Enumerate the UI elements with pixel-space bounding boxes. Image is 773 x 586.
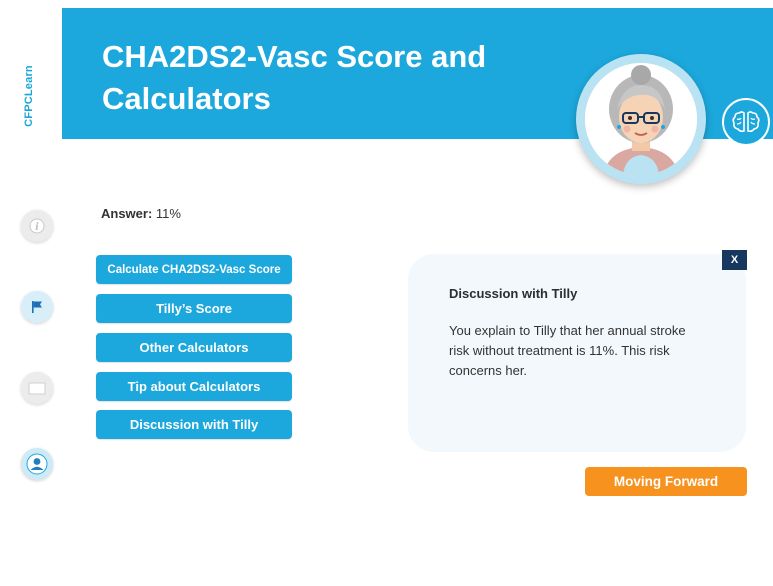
page-title-line-2: Calculators <box>102 81 271 116</box>
page-title-line-1: CHA2DS2-Vasc Score and <box>102 39 487 74</box>
brain-icon <box>732 111 760 133</box>
discussion-body: You explain to Tilly that her annual str… <box>449 323 686 378</box>
discussion-card: Discussion with Tilly You explain to Til… <box>408 254 746 452</box>
tip-about-calculators-button[interactable]: Tip about Calculators <box>96 372 292 401</box>
folder-icon <box>28 382 46 395</box>
profile-button[interactable] <box>21 448 53 480</box>
svg-text:i: i <box>35 222 39 233</box>
discussion-title: Discussion with Tilly <box>449 286 578 301</box>
flag-icon <box>32 301 42 313</box>
grandmother-portrait-icon <box>585 63 697 175</box>
patient-avatar <box>576 54 706 184</box>
brand-name: CFPCLearn <box>23 65 35 127</box>
folder-button[interactable] <box>21 372 53 404</box>
close-button[interactable]: X <box>722 250 747 270</box>
tillys-score-button[interactable]: Tilly’s Score <box>96 294 292 323</box>
page-title: CHA2DS2-Vasc Score and Calculators <box>102 36 532 120</box>
other-calculators-button[interactable]: Other Calculators <box>96 333 292 362</box>
answer-label: Answer: <box>101 206 153 221</box>
info-button[interactable]: i <box>21 210 53 242</box>
flag-button[interactable] <box>21 291 53 323</box>
discussion-with-tilly-button[interactable]: Discussion with Tilly <box>96 410 292 439</box>
moving-forward-button[interactable]: Moving Forward <box>585 467 747 496</box>
calculate-score-button[interactable]: Calculate CHA2DS2-Vasc Score <box>96 255 292 284</box>
answer-line: Answer: 11% <box>101 206 181 221</box>
avatar-portrait <box>585 63 697 175</box>
user-icon <box>26 453 48 475</box>
info-icon: i <box>29 218 45 234</box>
brand-logo: CFPCLearn <box>14 56 44 136</box>
answer-value: 11% <box>155 206 181 221</box>
brain-button[interactable] <box>722 98 770 146</box>
